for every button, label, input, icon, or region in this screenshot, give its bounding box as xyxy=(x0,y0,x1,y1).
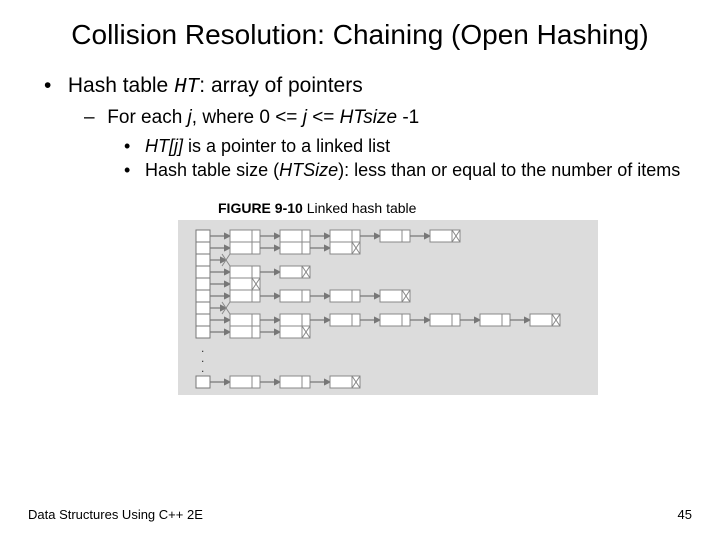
text: For each xyxy=(107,107,187,128)
chain-row-4 xyxy=(210,278,260,290)
bullet-marker: • xyxy=(124,159,140,182)
figure-label-rest: Linked hash table xyxy=(303,200,417,216)
figure-wrap: . . . xyxy=(178,220,692,395)
text: is a pointer to a linked list xyxy=(183,136,390,156)
chain-row-2 xyxy=(210,254,230,266)
text-htsize: HTsize xyxy=(340,107,397,128)
text: ): less than or equal to the number of i… xyxy=(338,160,680,180)
bullet-marker: • xyxy=(124,135,140,158)
page-number: 45 xyxy=(678,507,692,522)
text: -1 xyxy=(397,107,419,128)
text: Hash table xyxy=(68,74,174,97)
svg-text:.: . xyxy=(201,361,204,375)
text: : array of pointers xyxy=(199,74,362,97)
chain-row-5 xyxy=(210,290,410,302)
footer-left: Data Structures Using C++ 2E xyxy=(28,507,203,522)
bullet-marker: • xyxy=(44,74,62,98)
chain-row-7 xyxy=(210,314,560,326)
bullet-marker: – xyxy=(84,107,102,129)
text-j: [j] xyxy=(169,136,183,156)
figure-label-bold: FIGURE 9-10 xyxy=(218,200,303,216)
slide: Collision Resolution: Chaining (Open Has… xyxy=(0,0,720,540)
bullet-level3: • Hash table size (HTSize): less than or… xyxy=(124,159,692,182)
text-ht: HT xyxy=(145,136,169,156)
figure-caption: FIGURE 9-10 Linked hash table xyxy=(218,200,692,216)
text: Hash table size ( xyxy=(145,160,279,180)
text: , where 0 <= xyxy=(192,107,303,128)
chain-row-8 xyxy=(210,326,310,338)
text: <= xyxy=(307,107,340,128)
bullet-level2: – For each j, where 0 <= j <= HTsize -1 xyxy=(84,107,692,129)
chain-row-1 xyxy=(210,242,360,254)
chain-row-last xyxy=(210,376,360,388)
slide-title: Collision Resolution: Chaining (Open Has… xyxy=(28,18,692,52)
chain-row-3 xyxy=(210,266,310,278)
bullet-level3: • HT[j] is a pointer to a linked list xyxy=(124,135,692,158)
text-htsize: HTSize xyxy=(279,160,338,180)
chain-row-0 xyxy=(210,230,460,242)
bullet-level1: • Hash table HT: array of pointers xyxy=(44,74,692,99)
hash-slot-column: . . . xyxy=(196,230,210,388)
footer: Data Structures Using C++ 2E 45 xyxy=(28,507,692,522)
chain-row-6 xyxy=(210,302,230,314)
text-ht: HT xyxy=(174,76,199,99)
linked-hash-table-figure: . . . xyxy=(178,220,598,395)
hash-table-svg: . . . xyxy=(178,220,598,395)
